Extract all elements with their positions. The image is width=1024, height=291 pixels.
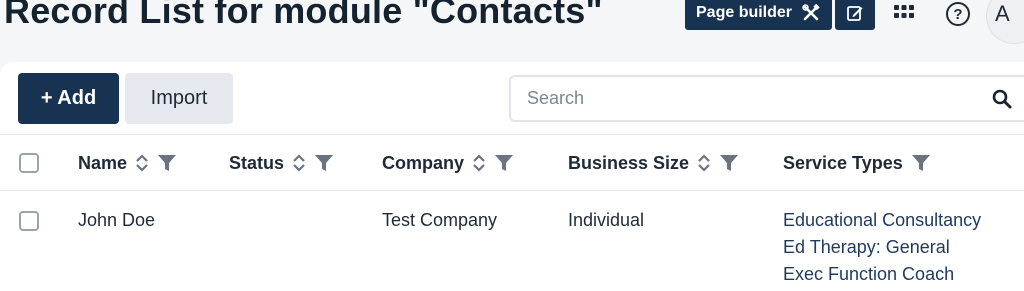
table-header: Name Status Company Business Size Servic… bbox=[0, 134, 1024, 191]
column-header-status[interactable]: Status bbox=[229, 135, 334, 191]
help-icon[interactable]: ? bbox=[946, 2, 970, 26]
column-header-service-types[interactable]: Service Types bbox=[783, 135, 931, 191]
filter-icon[interactable] bbox=[157, 154, 177, 172]
column-header-business-size[interactable]: Business Size bbox=[568, 135, 739, 191]
search-input[interactable] bbox=[527, 88, 967, 109]
column-label: Status bbox=[229, 152, 285, 173]
header-actions: Page builder bbox=[685, 0, 875, 30]
sort-icon[interactable] bbox=[292, 153, 306, 173]
cell-name: John Doe bbox=[78, 210, 156, 230]
edit-button[interactable] bbox=[835, 0, 875, 30]
column-label: Business Size bbox=[568, 152, 690, 173]
avatar[interactable]: A bbox=[986, 0, 1024, 44]
column-header-company[interactable]: Company bbox=[382, 135, 514, 191]
cell-company: Test Company bbox=[382, 210, 498, 230]
filter-icon[interactable] bbox=[314, 154, 334, 172]
select-all-checkbox[interactable] bbox=[19, 153, 39, 173]
column-label: Company bbox=[382, 152, 465, 173]
import-button[interactable]: Import bbox=[125, 73, 233, 124]
service-type-link[interactable]: Ed Therapy: General bbox=[783, 237, 950, 258]
tools-icon bbox=[802, 4, 820, 21]
service-type-link[interactable]: Educational Consultancy bbox=[783, 210, 981, 231]
column-label: Service Types bbox=[783, 152, 903, 173]
row-checkbox[interactable] bbox=[19, 211, 39, 231]
sort-icon[interactable] bbox=[697, 153, 711, 173]
avatar-initial: A bbox=[995, 1, 1010, 26]
service-type-link[interactable]: Exec Function Coach bbox=[783, 264, 954, 285]
cell-business-size: Individual bbox=[568, 210, 645, 230]
edit-icon bbox=[847, 6, 863, 21]
filter-icon[interactable] bbox=[911, 154, 931, 172]
sort-icon[interactable] bbox=[472, 153, 486, 173]
filter-icon[interactable] bbox=[494, 154, 514, 172]
help-symbol: ? bbox=[953, 5, 963, 23]
filter-icon[interactable] bbox=[719, 154, 739, 172]
page-builder-button[interactable]: Page builder bbox=[685, 0, 832, 30]
column-header-name[interactable]: Name bbox=[78, 135, 177, 191]
page-builder-label: Page builder bbox=[696, 4, 793, 21]
column-label: Name bbox=[78, 152, 128, 173]
grid-icon[interactable] bbox=[892, 2, 916, 24]
search-box bbox=[509, 75, 1024, 122]
page-title: Record List for module "Contacts" bbox=[4, 0, 603, 31]
search-icon[interactable] bbox=[992, 89, 1012, 109]
add-button[interactable]: + Add bbox=[18, 73, 119, 124]
sort-icon[interactable] bbox=[135, 153, 149, 173]
